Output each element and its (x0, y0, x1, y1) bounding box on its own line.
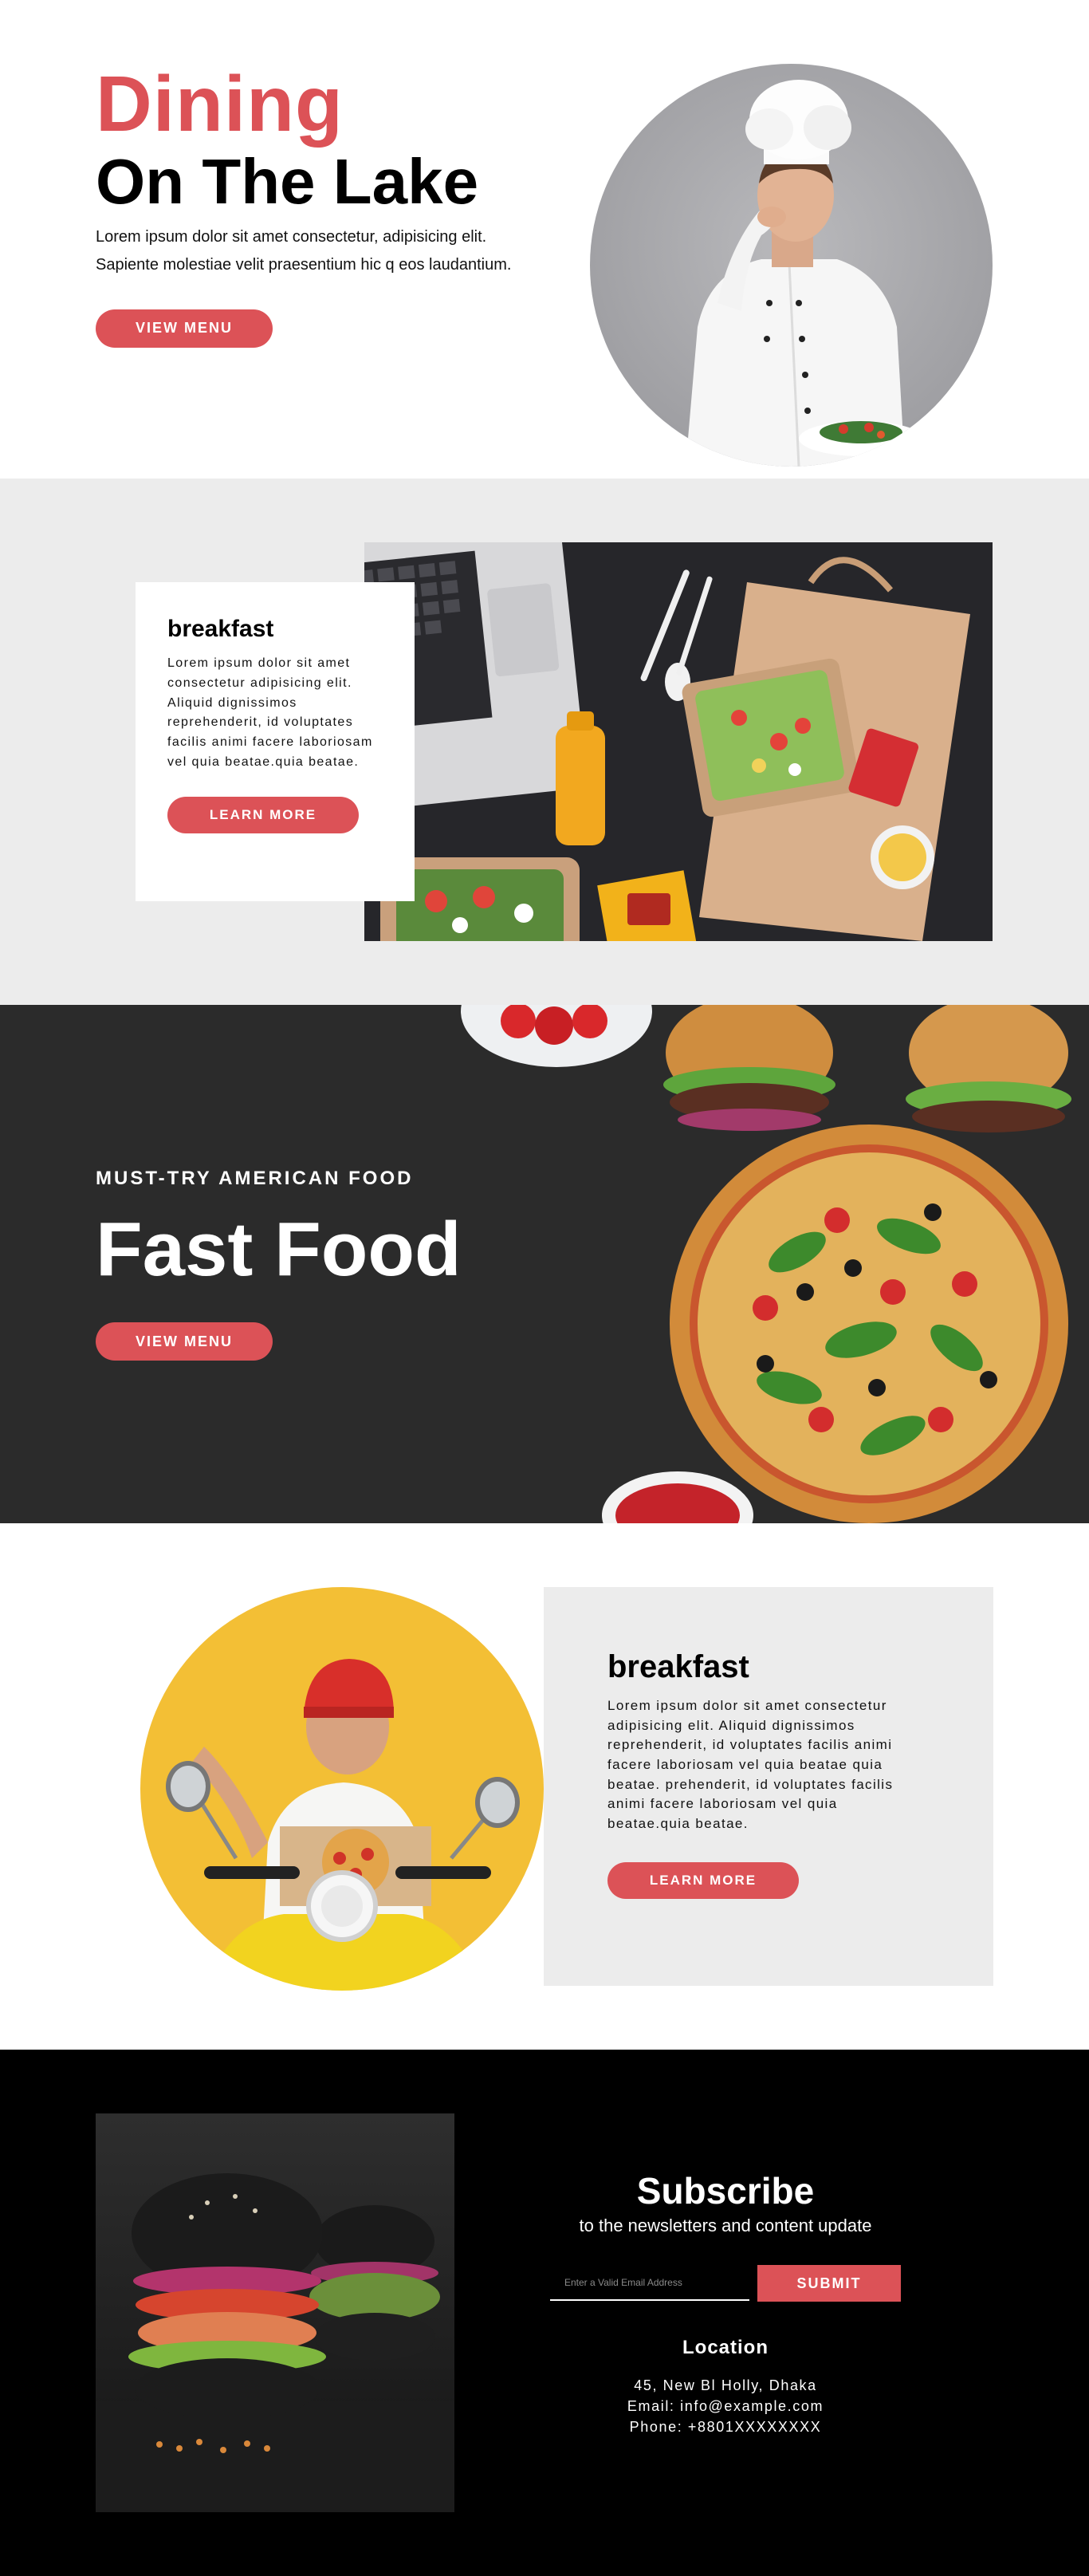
hero-title-line2: On The Lake (96, 145, 479, 217)
subscribe-title: Subscribe (636, 2170, 815, 2212)
breakfast-card-1-title: breakfast (167, 616, 274, 642)
breakfast-card-2-title: breakfast (607, 1649, 749, 1684)
breakfast-card-1: breakfast Lorem ipsum dolor sit amet con… (136, 582, 415, 901)
submit-button[interactable]: SUBMIT (757, 2265, 901, 2302)
breakfast-1-learn-more-button[interactable]: LEARN MORE (167, 796, 359, 833)
delivery-man-illustration (140, 1587, 544, 1991)
location-email: Email: info@example.com (627, 2398, 824, 2415)
breakfast-section-1: breakfast Lorem ipsum dolor sit amet con… (0, 479, 1089, 1005)
breakfast-card-2-body: Lorem ipsum dolor sit amet consectetur a… (607, 1698, 894, 1831)
black-burgers-illustration (96, 2113, 454, 2512)
breakfast-card-1-body: Lorem ipsum dolor sit amet consectetur a… (167, 656, 373, 769)
fast-food-subtitle: MUST-TRY AMERICAN FOOD (96, 1168, 414, 1189)
pizza-burgers-image (446, 1005, 1089, 1523)
hero-text: Dining On The Lake Lorem ipsum dolor sit… (96, 60, 550, 348)
email-input[interactable] (550, 2266, 749, 2301)
fast-food-title: Fast Food (96, 1207, 462, 1292)
fast-food-view-menu-button[interactable]: VIEW MENU (96, 1322, 273, 1361)
location-details: 45, New Bl Holly, Dhaka Email: info@exam… (550, 2375, 901, 2437)
hero-section: Dining On The Lake Lorem ipsum dolor sit… (0, 0, 1089, 479)
location-address: 45, New Bl Holly, Dhaka (634, 2377, 817, 2393)
location-phone: Phone: +8801XXXXXXXX (629, 2419, 822, 2436)
breakfast-section-2: breakfast Lorem ipsum dolor sit amet con… (0, 1523, 1089, 2050)
takeaway-food-illustration (364, 542, 993, 941)
hero-view-menu-button[interactable]: VIEW MENU (96, 309, 273, 348)
takeaway-food-image (364, 542, 993, 941)
hero-description: Lorem ipsum dolor sit amet consectetur, … (96, 227, 512, 274)
chef-illustration (590, 64, 993, 467)
hero-title-line1: Dining (96, 60, 344, 148)
delivery-man-image (140, 1587, 544, 1991)
footer-section: Subscribe to the newsletters and content… (0, 2050, 1089, 2576)
chef-image (590, 64, 993, 467)
black-burgers-image (96, 2113, 454, 2512)
subscribe-caption: to the newsletters and content update (579, 2216, 872, 2235)
breakfast-card-2: breakfast Lorem ipsum dolor sit amet con… (544, 1587, 993, 1986)
location-title: Location (682, 2337, 769, 2358)
subscribe-form: SUBMIT (550, 2265, 901, 2302)
subscribe-panel: Subscribe to the newsletters and content… (550, 2169, 901, 2437)
breakfast-2-learn-more-button[interactable]: LEARN MORE (607, 1862, 799, 1900)
fast-food-section: MUST-TRY AMERICAN FOOD Fast Food VIEW ME… (0, 1005, 1089, 1523)
pizza-burgers-illustration (461, 1005, 1071, 1523)
